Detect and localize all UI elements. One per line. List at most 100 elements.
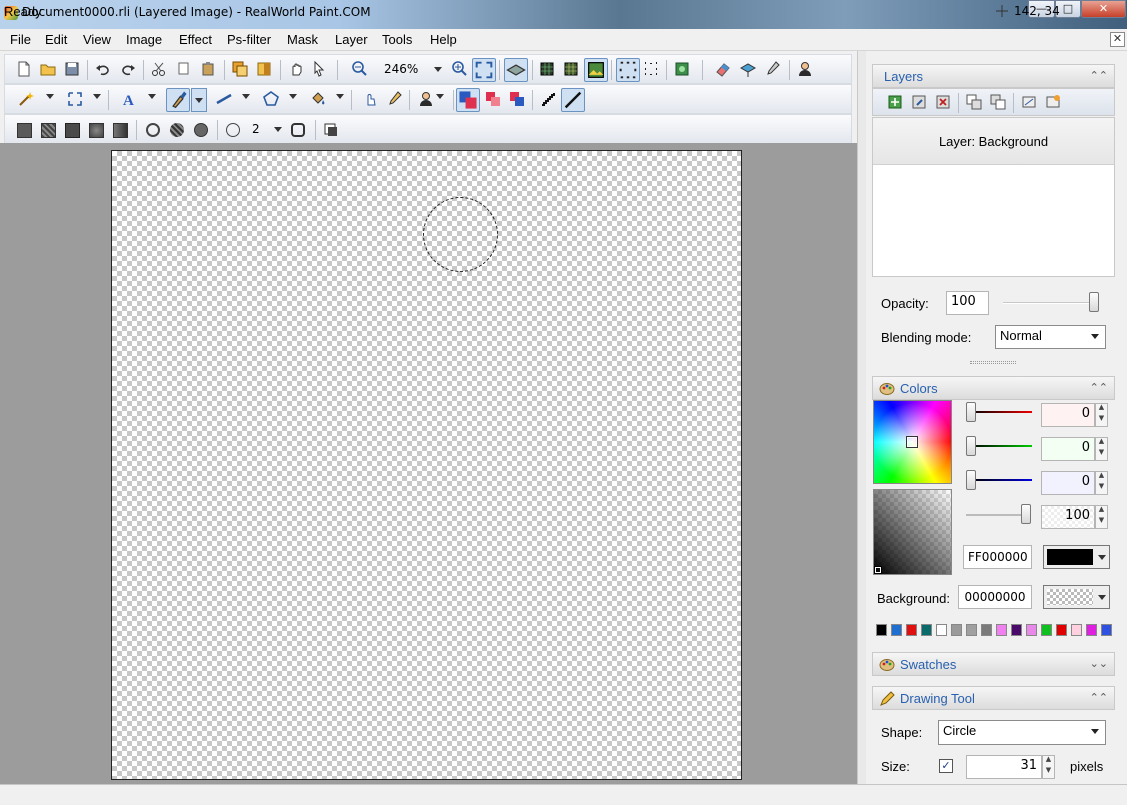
copy-merged-icon[interactable] <box>231 60 249 78</box>
new-layer-icon[interactable] <box>886 93 904 111</box>
alpha-slider-thumb[interactable] <box>1021 504 1031 524</box>
magic-wand-dropdown[interactable] <box>46 94 54 99</box>
redo-icon[interactable] <box>119 60 137 78</box>
green-slider-track[interactable] <box>970 445 1032 447</box>
color-picker-icon[interactable] <box>385 90 403 108</box>
red-slider-thumb[interactable] <box>966 402 976 422</box>
size-spinner[interactable]: ▲ ▼ <box>1042 755 1055 779</box>
new-document-icon[interactable] <box>15 60 33 78</box>
palette-swatch[interactable] <box>1056 624 1067 636</box>
image-properties-icon[interactable] <box>673 60 691 78</box>
zoom-level[interactable]: 246% <box>384 62 418 76</box>
shape-hatched-circle[interactable] <box>170 123 184 137</box>
zoom-out-icon[interactable] <box>351 60 369 78</box>
delete-layer-icon[interactable] <box>934 93 952 111</box>
marching-ants-button[interactable] <box>616 58 640 82</box>
layer-row-background[interactable]: Layer: Background <box>873 118 1114 165</box>
line-dropdown[interactable] <box>242 94 250 99</box>
brush-solid-swatch[interactable] <box>17 123 32 138</box>
menu-file[interactable]: File <box>10 32 31 47</box>
color-replace-icon[interactable] <box>739 60 757 78</box>
cut-icon[interactable] <box>150 60 168 78</box>
blend-mode-b-icon[interactable] <box>484 90 502 108</box>
hue-wheel-picker[interactable] <box>873 400 952 484</box>
layers-pane-header[interactable]: Layers ⌃⌃ <box>872 64 1115 88</box>
paste-icon[interactable] <box>199 60 217 78</box>
background-color-select[interactable] <box>1043 585 1110 609</box>
selection-handles-icon[interactable] <box>642 60 660 78</box>
hue-picker-marker[interactable] <box>906 436 918 448</box>
clone-stamp-icon[interactable] <box>417 90 435 108</box>
shape-outline-circle[interactable] <box>146 123 160 137</box>
brush-hatch-swatch[interactable] <box>41 123 56 138</box>
palette-swatch[interactable] <box>1086 624 1097 636</box>
palette-swatch[interactable] <box>966 624 977 636</box>
zoom-in-icon[interactable] <box>451 60 469 78</box>
palette-swatch[interactable] <box>876 624 887 636</box>
brush-size-dropdown[interactable] <box>274 127 282 132</box>
pointer-select-icon[interactable] <box>311 60 329 78</box>
collapse-chevron-icon[interactable]: ⌃⌃ <box>1090 691 1108 704</box>
smudge-finger-icon[interactable] <box>361 90 379 108</box>
duplicate-layer-icon[interactable] <box>910 93 928 111</box>
brush-dark-swatch[interactable] <box>65 123 80 138</box>
brush-shape-circle[interactable] <box>226 123 240 137</box>
green-spinner[interactable]: ▲ ▼ <box>1095 437 1108 461</box>
blue-input[interactable]: 0 <box>1041 471 1095 495</box>
grid-light-icon[interactable] <box>562 60 580 78</box>
grid-dark-icon[interactable] <box>538 60 556 78</box>
opacity-slider-thumb[interactable] <box>1089 292 1099 312</box>
merge-layer-icon[interactable] <box>1020 93 1038 111</box>
brush-tool-button[interactable] <box>166 88 190 112</box>
brush-size-value[interactable]: 2 <box>252 122 260 136</box>
save-icon[interactable] <box>63 60 81 78</box>
image-view-button[interactable] <box>584 58 608 82</box>
blue-slider-track[interactable] <box>970 479 1032 481</box>
blue-spinner[interactable]: ▲ ▼ <box>1095 471 1108 495</box>
menu-mask[interactable]: Mask <box>287 32 318 47</box>
antialias-off-icon[interactable] <box>539 90 557 108</box>
text-dropdown[interactable] <box>148 94 156 99</box>
menu-tools[interactable]: Tools <box>382 32 412 47</box>
foreground-color-select[interactable] <box>1043 545 1110 569</box>
zoom-dropdown-arrow[interactable] <box>434 67 442 72</box>
brush-gradient-swatch[interactable] <box>113 123 128 138</box>
palette-swatch[interactable] <box>951 624 962 636</box>
magic-wand-icon[interactable] <box>17 90 35 108</box>
menu-effect[interactable]: Effect <box>179 32 212 47</box>
eraser-tool-icon[interactable] <box>714 60 732 78</box>
red-input[interactable]: 0 <box>1041 403 1095 427</box>
user-profile-icon[interactable] <box>796 60 814 78</box>
shape-filled-circle[interactable] <box>194 123 208 137</box>
saturation-picker[interactable] <box>873 489 952 575</box>
layer-up-icon[interactable] <box>965 93 983 111</box>
brush-dropdown[interactable] <box>191 88 207 112</box>
undo-icon[interactable] <box>94 60 112 78</box>
shape-select[interactable]: Circle <box>938 720 1106 745</box>
opacity-input[interactable]: 100 <box>946 291 989 315</box>
blending-mode-select[interactable]: Normal <box>995 325 1106 349</box>
palette-swatch[interactable] <box>891 624 902 636</box>
palette-swatch[interactable] <box>936 624 947 636</box>
palette-swatch[interactable] <box>1011 624 1022 636</box>
layer-down-icon[interactable] <box>989 93 1007 111</box>
paste-new-icon[interactable] <box>255 60 273 78</box>
pane-resize-grip[interactable] <box>970 361 1016 364</box>
menu-image[interactable]: Image <box>126 32 162 47</box>
palette-swatch[interactable] <box>1101 624 1112 636</box>
palette-swatch[interactable] <box>1041 624 1052 636</box>
green-input[interactable]: 0 <box>1041 437 1095 461</box>
saturation-marker[interactable] <box>874 566 882 574</box>
collapse-chevron-icon[interactable]: ⌃⌃ <box>1090 69 1108 82</box>
fit-window-button[interactable] <box>472 58 496 82</box>
panel-splitter[interactable] <box>857 51 866 784</box>
background-hex-input[interactable]: 00000000 <box>958 585 1032 609</box>
menu-layer[interactable]: Layer <box>335 32 368 47</box>
document-close-button[interactable]: ✕ <box>1110 32 1125 47</box>
size-input[interactable]: 31 <box>966 755 1042 779</box>
size-checkbox[interactable]: ✓ <box>939 759 953 773</box>
antialias-on-button[interactable] <box>561 88 585 112</box>
alpha-spinner[interactable]: ▲ ▼ <box>1095 505 1108 529</box>
menu-view[interactable]: View <box>83 32 111 47</box>
fill-bucket-icon[interactable] <box>309 90 327 108</box>
